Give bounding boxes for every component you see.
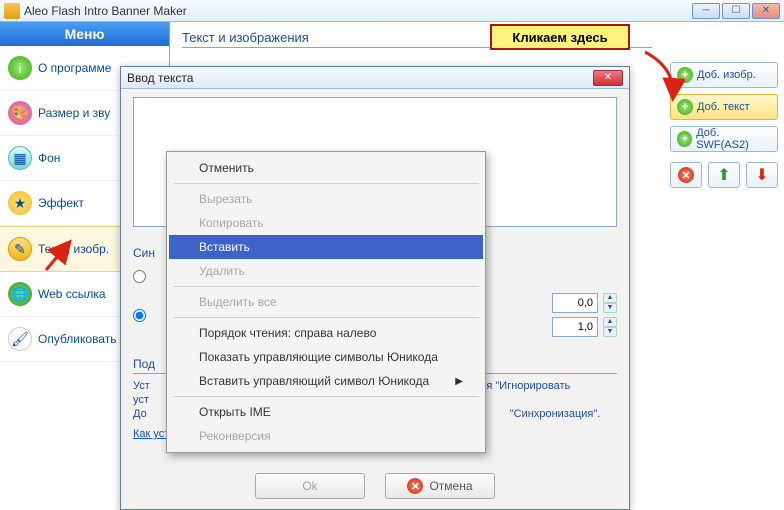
num-input-1[interactable] [552, 293, 598, 313]
arrow-up-icon: ⬆ [717, 165, 730, 185]
cancel-button[interactable]: ✕ Отмена [385, 473, 495, 499]
plus-icon: + [677, 131, 692, 147]
spin-down[interactable]: ▼ [603, 303, 617, 313]
app-icon [4, 3, 20, 19]
ctx-reconvert[interactable]: Реконверсия [169, 424, 483, 448]
ctx-insert-unicode[interactable]: Вставить управляющий символ Юникода▶ [169, 369, 483, 393]
globe-icon: 🌐 [8, 282, 32, 306]
divider [173, 396, 479, 397]
ctx-select-all[interactable]: Выделить все [169, 290, 483, 314]
cancel-icon: ✕ [407, 478, 423, 494]
divider [173, 317, 479, 318]
sync-radio-1[interactable] [133, 270, 146, 283]
ctx-open-ime[interactable]: Открыть IME [169, 400, 483, 424]
star-icon: ★ [8, 191, 32, 215]
sync-label: Син [133, 246, 155, 260]
ctx-delete[interactable]: Удалить [169, 259, 483, 283]
tutorial-arrow-icon [635, 48, 685, 106]
ctx-paste[interactable]: Вставить [169, 235, 483, 259]
delete-icon: ✕ [678, 167, 694, 183]
sidebar-item-label: Размер и зву [38, 106, 110, 120]
tutorial-arrow-icon [42, 238, 78, 274]
window-title: Aleo Flash Intro Banner Maker [24, 4, 187, 18]
window-titlebar: Aleo Flash Intro Banner Maker ─ ☐ ✕ [0, 0, 784, 22]
button-label: Доб. изобр. [697, 69, 756, 81]
sidebar-item-label: Эффект [38, 196, 84, 210]
move-down-button[interactable]: ⬇ [746, 162, 778, 188]
ctx-cut[interactable]: Вырезать [169, 187, 483, 211]
num-input-2[interactable] [552, 317, 598, 337]
button-label: Доб. текст [697, 101, 750, 113]
ctx-undo[interactable]: Отменить [169, 156, 483, 180]
spin-down[interactable]: ▼ [603, 327, 617, 337]
button-label: Ok [302, 479, 317, 493]
ctx-copy[interactable]: Копировать [169, 211, 483, 235]
spin-up[interactable]: ▲ [603, 317, 617, 327]
add-swf-button[interactable]: + Доб. SWF(AS2) [670, 126, 778, 152]
close-button[interactable]: ✕ [752, 3, 780, 19]
ctx-rtl[interactable]: Порядок чтения: справа налево [169, 321, 483, 345]
arrow-down-icon: ⬇ [755, 165, 768, 185]
spin-up[interactable]: ▲ [603, 293, 617, 303]
move-up-button[interactable]: ⬆ [708, 162, 740, 188]
dialog-close-button[interactable]: ✕ [593, 70, 623, 86]
button-label: Отмена [429, 479, 472, 493]
delete-button[interactable]: ✕ [670, 162, 702, 188]
add-image-button[interactable]: + Доб. изобр. [670, 62, 778, 88]
sidebar-item-label: Фон [38, 151, 60, 165]
brush-icon: 🖌 [8, 327, 32, 351]
divider [173, 183, 479, 184]
button-label: Доб. SWF(AS2) [696, 127, 771, 151]
palette-icon: 🎨 [8, 101, 32, 125]
divider [173, 286, 479, 287]
maximize-button[interactable]: ☐ [722, 3, 750, 19]
tutorial-callout: Кликаем здесь [490, 24, 630, 50]
sidebar-item-label: Опубликовать [38, 332, 116, 346]
sync-radio-2[interactable] [133, 309, 146, 322]
add-text-button[interactable]: + Доб. текст [670, 94, 778, 120]
sidebar-item-label: Web ссылка [38, 287, 106, 301]
minimize-button[interactable]: ─ [692, 3, 720, 19]
ctx-show-unicode[interactable]: Показать управляющие символы Юникода [169, 345, 483, 369]
ok-button[interactable]: Ok [255, 473, 365, 499]
sidebar-item-label: О программе [38, 61, 111, 75]
image-icon: ▦ [8, 146, 32, 170]
dialog-title: Ввод текста [127, 71, 193, 85]
info-icon: i [8, 56, 32, 80]
pencil-icon: ✎ [8, 237, 32, 261]
dialog-titlebar: Ввод текста ✕ [121, 67, 629, 89]
context-menu: Отменить Вырезать Копировать Вставить Уд… [166, 151, 486, 453]
chevron-right-icon: ▶ [455, 376, 463, 387]
sidebar-header: Меню [0, 22, 169, 46]
